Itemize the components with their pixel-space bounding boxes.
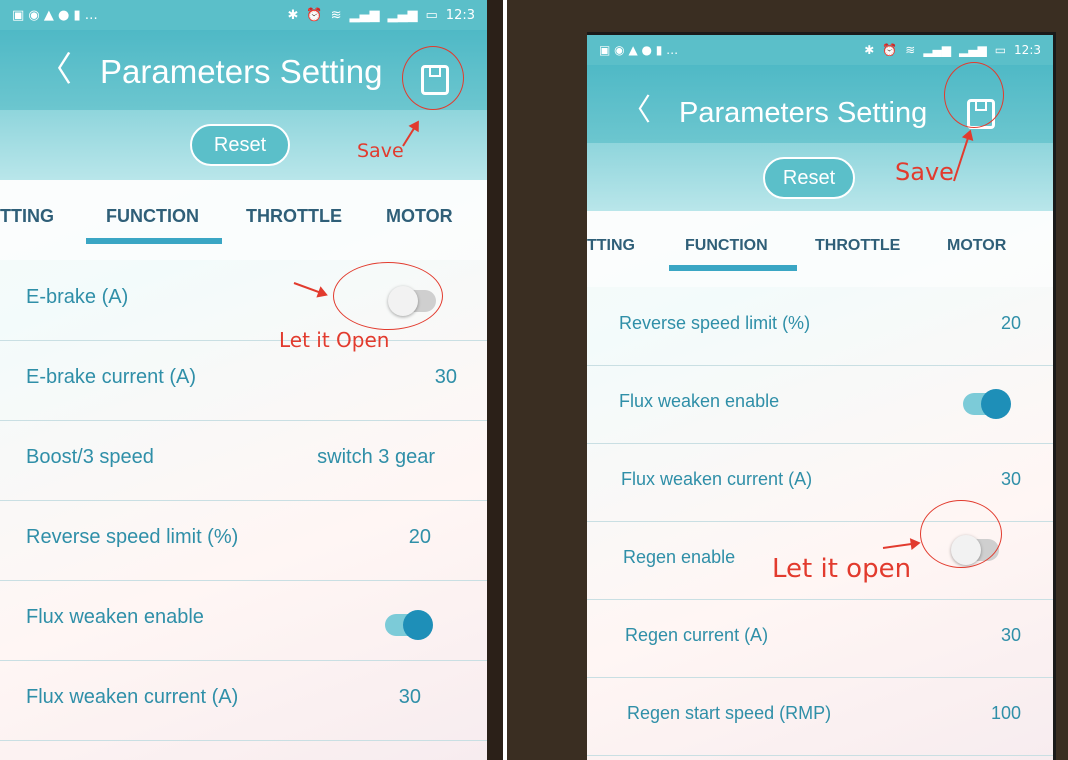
status-icons: ✱ ⏰ ≋ ▂▄▆ ▂▄▆ ▭ 12:3 — [288, 8, 476, 23]
row-label: Regen current (A) — [625, 625, 769, 645]
toggle-knob — [403, 610, 433, 640]
row-flux-weaken-enable[interactable]: Flux weaken enable — [0, 580, 487, 661]
status-bar: ▣ ◉ ▲ ● ▮ … ✱ ⏰ ≋ ▂▄▆ ▂▄▆ ▭ 12:3 — [0, 0, 487, 30]
active-tab-indicator — [86, 238, 222, 244]
row-flux-weaken-enable[interactable]: Flux weaken enable — [587, 365, 1053, 444]
row-regen-current[interactable]: Regen current (A) 30 — [587, 599, 1053, 678]
reset-button[interactable]: Reset — [190, 124, 290, 166]
toggle-highlight-circle — [920, 500, 1002, 568]
toggle-highlight-circle — [333, 262, 443, 330]
row-value: 30 — [398, 686, 421, 708]
tab-function[interactable]: FUNCTION — [106, 206, 199, 227]
wifi-icon: ≋ — [905, 43, 916, 57]
alarm-icon: ⏰ — [882, 43, 898, 57]
row-value: 20 — [1000, 313, 1021, 333]
wifi-icon: ≋ — [330, 7, 342, 23]
signal-icon: ▂▄▆ — [349, 7, 380, 23]
flux-weaken-toggle[interactable] — [385, 610, 433, 640]
status-bar: ▣ ◉ ▲ ● ▮ … ✱ ⏰ ≋ ▂▄▆ ▂▄▆ ▭ 12:3 — [587, 35, 1053, 65]
bluetooth-icon: ✱ — [287, 7, 299, 23]
back-arrow-icon[interactable]: 〈 — [621, 91, 651, 131]
row-value: 20 — [408, 526, 431, 548]
row-reverse-speed-limit[interactable]: Reverse speed limit (%) 20 — [587, 287, 1053, 366]
reset-band: Reset — [587, 143, 1053, 211]
battery-icon: ▭ — [425, 7, 438, 23]
right-photo: ▣ ◉ ▲ ● ▮ … ✱ ⏰ ≋ ▂▄▆ ▂▄▆ ▭ 12:3 〈 Param… — [507, 0, 1068, 760]
row-value: 100 — [990, 703, 1021, 723]
alarm-icon: ⏰ — [306, 7, 323, 23]
row-reverse-speed-limit[interactable]: Reverse speed limit (%) 20 — [0, 500, 487, 581]
left-photo: ▣ ◉ ▲ ● ▮ … ✱ ⏰ ≋ ▂▄▆ ▂▄▆ ▭ 12:3 〈 Param… — [0, 0, 503, 760]
notification-icons: ▣ ◉ ▲ ● ▮ … — [12, 7, 98, 23]
battery-icon: ▭ — [994, 43, 1007, 57]
photo-background — [507, 0, 587, 760]
signal-icon-2: ▂▄▆ — [387, 7, 418, 23]
save-annotation: Save — [357, 140, 404, 162]
row-label: Flux weaken enable — [26, 606, 204, 628]
tab-motor[interactable]: MOTOR — [947, 237, 1006, 255]
toggle-annotation: Let it Open — [279, 328, 390, 352]
save-highlight-circle — [944, 62, 1004, 128]
bluetooth-icon: ✱ — [864, 43, 875, 57]
tab-motor[interactable]: MOTOR — [386, 206, 453, 227]
row-value: 30 — [1000, 469, 1021, 489]
tab-throttle[interactable]: THROTTLE — [815, 237, 900, 255]
row-label: Boost/3 speed — [26, 446, 154, 468]
row-label: Reverse speed limit (%) — [26, 526, 239, 548]
tab-function[interactable]: FUNCTION — [685, 237, 768, 255]
signal-icon: ▂▄▆ — [923, 43, 952, 57]
tab-setting[interactable]: TTING — [587, 237, 635, 255]
status-time: 12:3 — [445, 7, 475, 23]
row-value: 30 — [434, 366, 457, 388]
row-value: 30 — [1000, 625, 1021, 645]
row-ebrake-current[interactable]: E-brake current (A) 30 — [0, 340, 487, 421]
row-label: Regen enable — [623, 547, 736, 567]
left-phone-screen: ▣ ◉ ▲ ● ▮ … ✱ ⏰ ≋ ▂▄▆ ▂▄▆ ▭ 12:3 〈 Param… — [0, 0, 487, 760]
tab-bar: TTING FUNCTION THROTTLE MOTOR — [0, 180, 487, 260]
signal-icon-2: ▂▄▆ — [959, 43, 987, 57]
phone-edge — [487, 0, 503, 760]
row-label: Flux weaken current (A) — [26, 686, 239, 708]
row-boost-speed[interactable]: Boost/3 speed switch 3 gear — [0, 420, 487, 501]
row-label: Flux weaken current (A) — [621, 469, 813, 489]
flux-weaken-toggle[interactable] — [963, 389, 1011, 419]
row-regen-start-speed[interactable]: Regen start speed (RMP) 100 — [587, 677, 1053, 756]
save-highlight-circle — [402, 46, 464, 110]
toggle-annotation: Let it open — [772, 554, 912, 584]
row-label: E-brake (A) — [26, 286, 129, 308]
tab-bar: TTING FUNCTION THROTTLE MOTOR — [587, 211, 1053, 287]
save-annotation: Save — [895, 158, 954, 186]
status-time: 12:3 — [1014, 43, 1041, 57]
row-label: Regen start speed (RMP) — [627, 703, 832, 723]
notification-icons: ▣ ◉ ▲ ● ▮ … — [599, 43, 679, 57]
page-title: Parameters Setting — [679, 97, 928, 129]
tab-setting[interactable]: TTING — [0, 206, 54, 227]
tab-throttle[interactable]: THROTTLE — [246, 206, 342, 227]
status-icons: ✱ ⏰ ≋ ▂▄▆ ▂▄▆ ▭ 12:3 — [864, 43, 1041, 57]
reset-button[interactable]: Reset — [763, 157, 855, 199]
row-label: Reverse speed limit (%) — [619, 313, 811, 333]
active-tab-indicator — [669, 265, 797, 271]
toggle-knob — [981, 389, 1011, 419]
back-arrow-icon[interactable]: 〈 — [38, 50, 72, 90]
row-label: Flux weaken enable — [619, 391, 780, 411]
row-label: E-brake current (A) — [26, 366, 197, 388]
right-phone-screen: ▣ ◉ ▲ ● ▮ … ✱ ⏰ ≋ ▂▄▆ ▂▄▆ ▭ 12:3 〈 Param… — [587, 35, 1053, 760]
row-value: switch 3 gear — [317, 446, 435, 468]
row-flux-weaken-current[interactable]: Flux weaken current (A) 30 — [0, 660, 487, 741]
page-title: Parameters Setting — [100, 53, 383, 90]
